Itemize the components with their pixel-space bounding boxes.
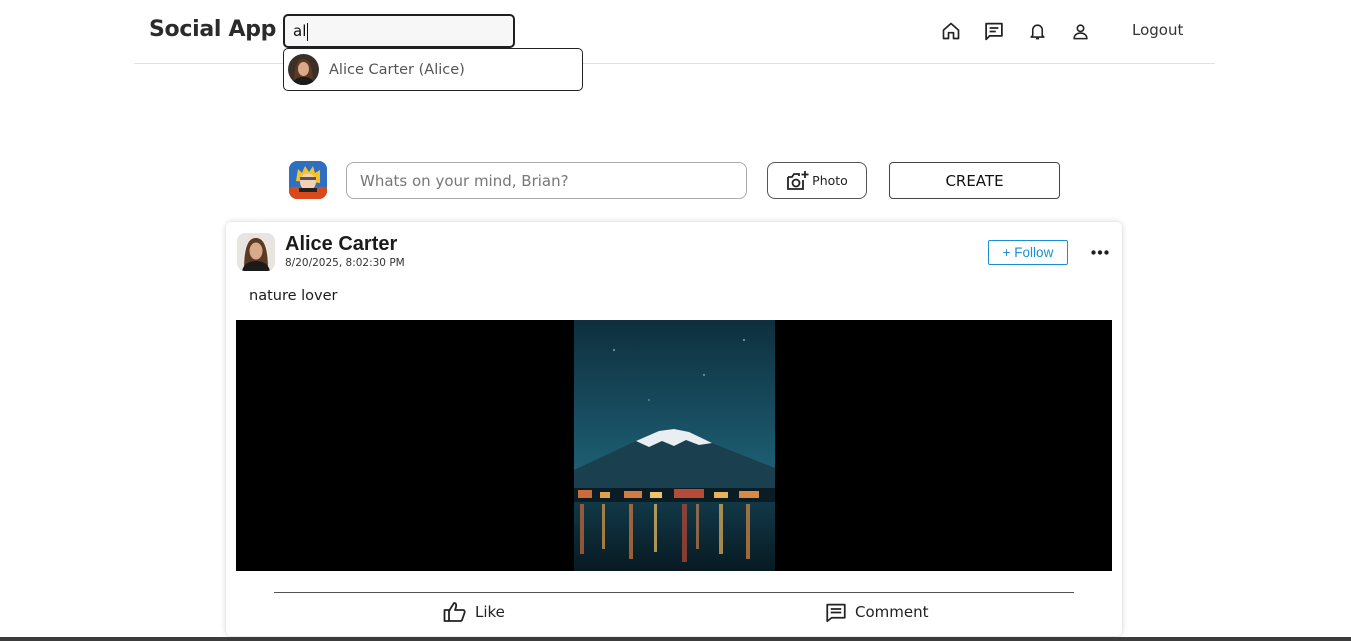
thumbs-up-icon: [443, 602, 466, 622]
app-brand[interactable]: Social App: [149, 17, 276, 42]
post-divider: [274, 592, 1074, 593]
comment-button[interactable]: Comment: [825, 599, 929, 625]
current-user-avatar[interactable]: [289, 161, 327, 199]
follow-button[interactable]: + Follow: [988, 240, 1068, 265]
comment-label: Comment: [855, 603, 929, 621]
like-label: Like: [475, 603, 505, 621]
post-author-name[interactable]: Alice Carter: [285, 233, 397, 256]
photo-button-label: Photo: [812, 173, 848, 188]
text-caret: [307, 22, 309, 41]
add-photo-button[interactable]: Photo: [767, 162, 867, 199]
search-input-value: al: [293, 22, 307, 40]
search-suggestion-item[interactable]: Alice Carter (Alice): [283, 48, 583, 91]
post-text: nature lover: [249, 288, 338, 304]
post-composer-input[interactable]: [346, 162, 747, 199]
home-icon[interactable]: [940, 19, 962, 43]
search-input[interactable]: al: [283, 14, 515, 48]
camera-plus-icon: [787, 170, 809, 190]
post-timestamp: 8/20/2025, 8:02:30 PM: [285, 257, 405, 269]
suggestion-label: Alice Carter (Alice): [329, 61, 465, 78]
create-post-button[interactable]: CREATE: [889, 162, 1060, 199]
post-photo: [574, 320, 775, 571]
post-card: Alice Carter 8/20/2025, 8:02:30 PM + Fol…: [226, 222, 1122, 636]
post-media[interactable]: [236, 320, 1112, 571]
post-author-avatar[interactable]: [237, 233, 275, 271]
bell-icon[interactable]: [1026, 19, 1048, 43]
window-bottom-edge: [0, 637, 1351, 641]
nav-icon-group: [940, 19, 1091, 43]
more-options-icon[interactable]: [1090, 243, 1110, 261]
like-button[interactable]: Like: [443, 599, 505, 625]
comment-icon: [826, 603, 846, 622]
logout-link[interactable]: Logout: [1132, 21, 1183, 39]
profile-icon[interactable]: [1069, 19, 1091, 43]
suggestion-avatar: [288, 54, 319, 85]
messages-icon[interactable]: [983, 19, 1005, 43]
